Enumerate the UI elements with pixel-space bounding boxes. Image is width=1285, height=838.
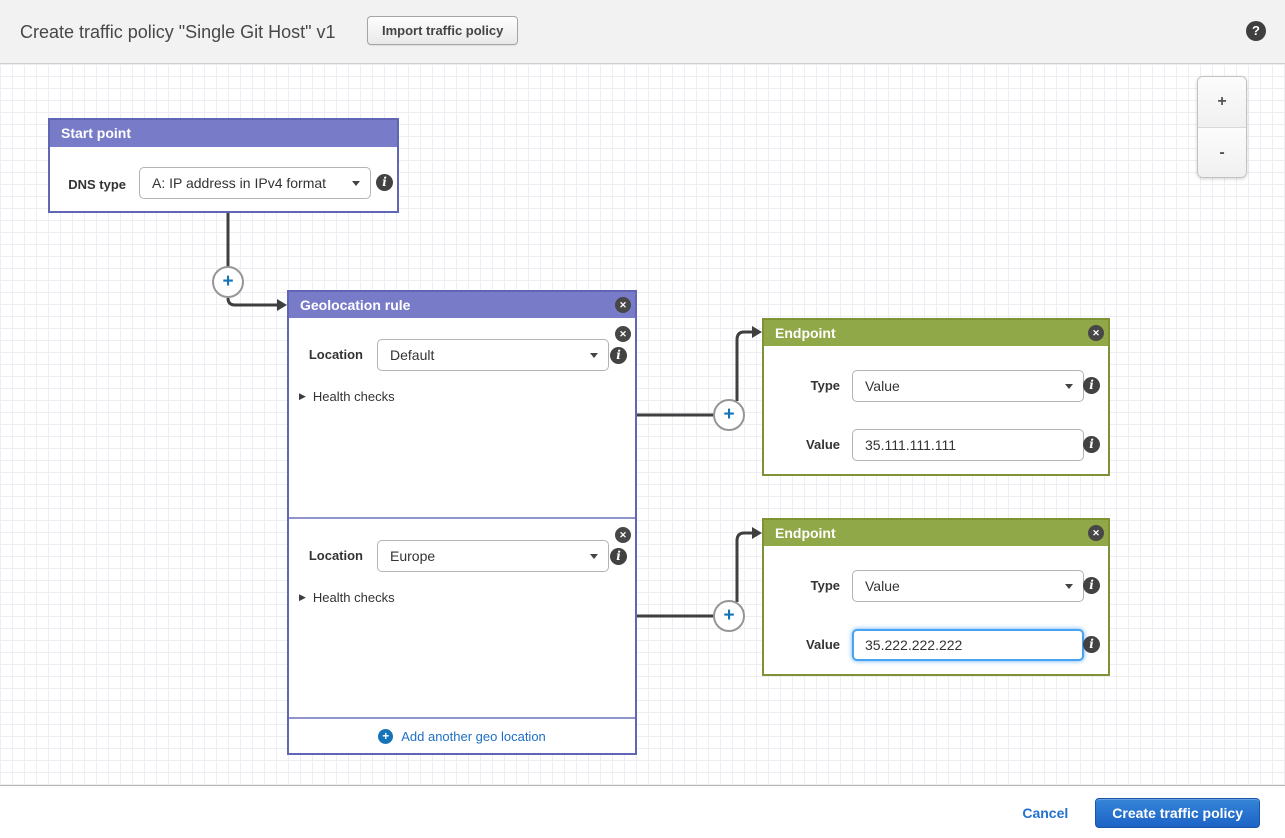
traffic-policy-canvas[interactable]: + - + + + Start point DNS type A: IP add… [0,64,1285,786]
close-icon[interactable]: ✕ [1088,525,1104,541]
health-checks-label: Health checks [313,389,395,404]
disclosure-triangle-icon: ▶ [299,391,306,402]
add-endpoint-plus-icon-default[interactable]: + [713,399,745,431]
top-bar: Create traffic policy "Single Git Host" … [0,0,1285,64]
endpoint-value-info-icon[interactable]: i [1083,436,1100,453]
value-label: Value [764,637,840,652]
value-label: Value [764,437,840,452]
canvas-zoom-controls: + - [1197,76,1247,178]
endpoint-header: Endpoint ✕ [764,520,1108,546]
geolocation-rule-node: Geolocation rule ✕ ✕ Location Default i … [287,290,637,755]
location-info-icon[interactable]: i [610,548,627,565]
start-point-node: Start point DNS type A: IP address in IP… [48,118,399,213]
close-icon[interactable]: ✕ [615,527,631,543]
close-icon[interactable]: ✕ [615,326,631,342]
health-checks-toggle[interactable]: ▶ Health checks [299,590,395,605]
geo-section-europe: ✕ Location Europe i ▶ Health checks [289,517,635,717]
add-endpoint-plus-icon-europe[interactable]: + [713,600,745,632]
close-icon[interactable]: ✕ [615,297,631,313]
location-dropdown-value: Default [390,347,434,363]
cancel-button[interactable]: Cancel [1022,805,1068,821]
zoom-in-button[interactable]: + [1198,77,1246,127]
endpoint-type-dropdown-value: Value [865,578,900,594]
endpoint-body: Type Value i Value i [764,346,1108,474]
endpoint-value-input-focused[interactable] [852,629,1084,661]
endpoint-title: Endpoint [775,525,836,541]
chevron-down-icon [1065,384,1073,389]
location-label: Location [289,548,363,563]
page-title: Create traffic policy "Single Git Host" … [20,22,336,43]
add-rule-plus-icon[interactable]: + [212,266,244,298]
bottom-action-bar: Cancel Create traffic policy [0,787,1285,838]
location-info-icon[interactable]: i [610,347,627,364]
endpoint-type-dropdown[interactable]: Value [852,370,1084,402]
add-another-geo-location-label: Add another geo location [401,729,546,744]
endpoint-value-info-icon[interactable]: i [1083,636,1100,653]
type-label: Type [764,578,840,593]
geolocation-rule-header: Geolocation rule ✕ [289,292,635,318]
plus-icon: + [378,729,393,744]
endpoint-type-info-icon[interactable]: i [1083,377,1100,394]
geo-section-default: ✕ Location Default i ▶ Health checks [289,318,635,517]
disclosure-triangle-icon: ▶ [299,592,306,603]
endpoint-node-2: Endpoint ✕ Type Value i Value i [762,518,1110,676]
chevron-down-icon [590,353,598,358]
endpoint-header: Endpoint ✕ [764,320,1108,346]
dns-type-dropdown-value: A: IP address in IPv4 format [152,175,326,191]
chevron-down-icon [352,181,360,186]
endpoint-type-info-icon[interactable]: i [1083,577,1100,594]
add-another-geo-location-button[interactable]: + Add another geo location [289,717,635,753]
endpoint-value-input[interactable] [852,429,1084,461]
zoom-out-button[interactable]: - [1198,127,1246,177]
location-dropdown[interactable]: Europe [377,540,609,572]
start-point-body: DNS type A: IP address in IPv4 format i [50,147,397,211]
dns-type-label: DNS type [50,177,126,192]
endpoint-title: Endpoint [775,325,836,341]
type-label: Type [764,378,840,393]
close-icon[interactable]: ✕ [1088,325,1104,341]
help-icon[interactable]: ? [1246,21,1266,41]
chevron-down-icon [590,554,598,559]
endpoint-node-1: Endpoint ✕ Type Value i Value i [762,318,1110,476]
dns-type-info-icon[interactable]: i [376,174,393,191]
dns-type-dropdown[interactable]: A: IP address in IPv4 format [139,167,371,199]
endpoint-type-dropdown[interactable]: Value [852,570,1084,602]
health-checks-toggle[interactable]: ▶ Health checks [299,389,395,404]
create-traffic-policy-button[interactable]: Create traffic policy [1095,798,1260,828]
start-point-header: Start point [50,120,397,147]
location-dropdown[interactable]: Default [377,339,609,371]
location-dropdown-value: Europe [390,548,435,564]
geolocation-rule-title: Geolocation rule [300,297,410,313]
health-checks-label: Health checks [313,590,395,605]
endpoint-type-dropdown-value: Value [865,378,900,394]
location-label: Location [289,347,363,362]
import-traffic-policy-button[interactable]: Import traffic policy [367,16,518,45]
endpoint-body: Type Value i Value i [764,546,1108,674]
chevron-down-icon [1065,584,1073,589]
